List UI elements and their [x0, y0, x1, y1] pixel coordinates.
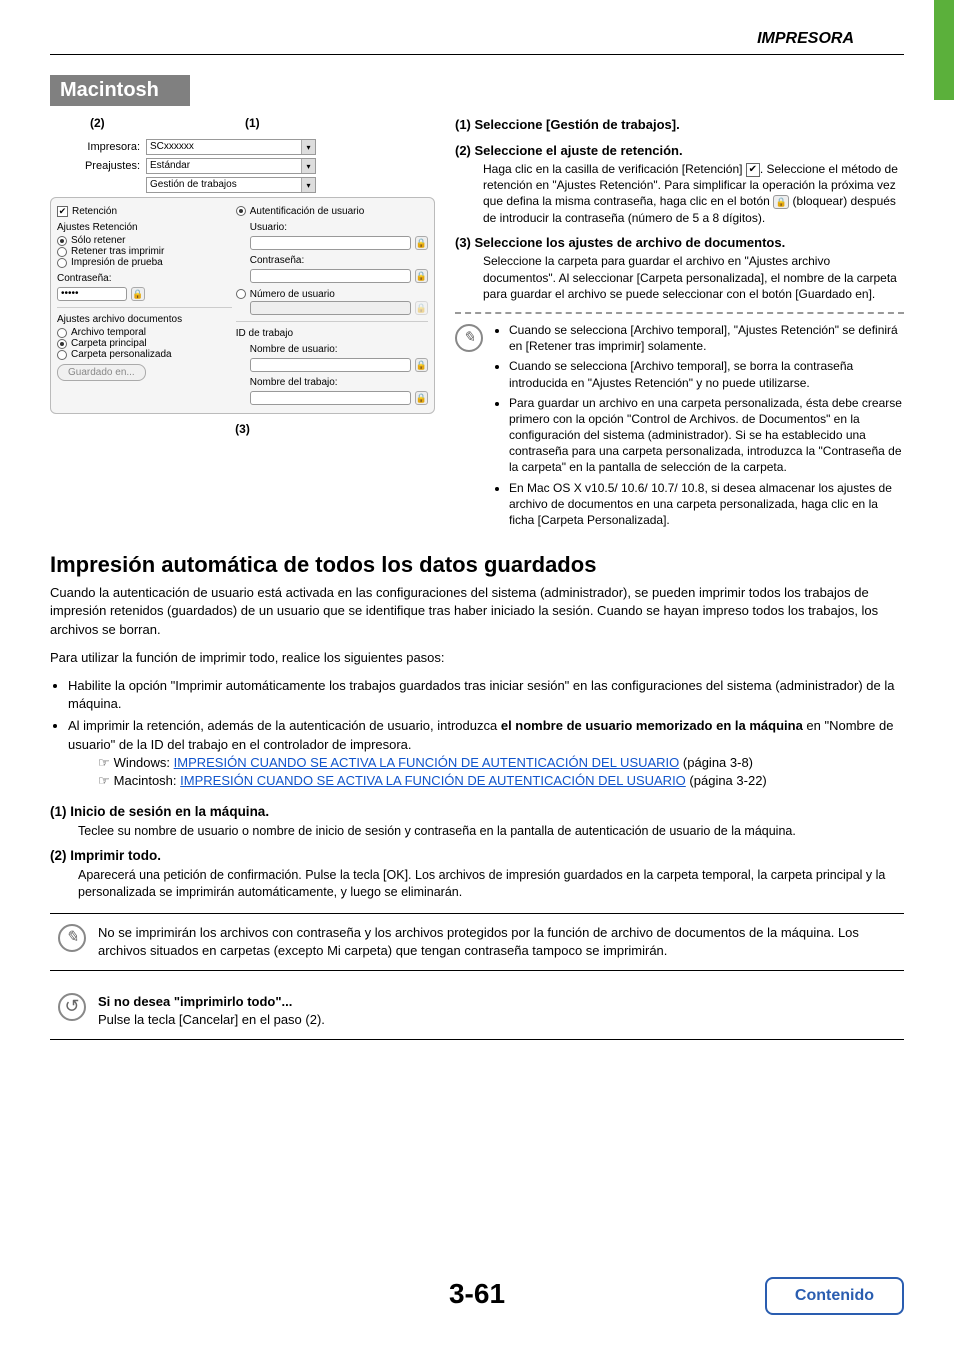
pointer-icon: ☞ [98, 755, 110, 770]
note-item: En Mac OS X v10.5/ 10.6/ 10.7/ 10.8, si … [509, 480, 904, 529]
step2-2-num: (2) [50, 848, 67, 863]
lock-icon: 🔒 [773, 195, 789, 209]
cancel-title: Si no desea "imprimirlo todo"... [98, 994, 292, 1009]
bullet-item: Habilite la opción "Imprimir automáticam… [68, 677, 904, 713]
brand-accent [934, 0, 954, 100]
lock-icon[interactable]: 🔒 [415, 236, 428, 250]
username-input[interactable] [250, 358, 411, 372]
paragraph: Para utilizar la función de imprimir tod… [50, 649, 904, 667]
jobname-label: Nombre del trabajo: [250, 377, 428, 388]
lock-icon: 🔒 [415, 301, 428, 315]
password2-label: Contraseña: [250, 255, 428, 266]
tab-select[interactable]: Gestión de trabajos▾ [146, 177, 316, 193]
note-item: Para guardar un archivo en una carpeta p… [509, 395, 904, 476]
note-box: ✎ Cuando se selecciona [Archivo temporal… [455, 322, 904, 532]
username-label: Nombre de usuario: [250, 344, 428, 355]
lock-icon[interactable]: 🔒 [415, 358, 428, 372]
contents-button[interactable]: Contenido [765, 1277, 904, 1315]
section-heading: Impresión automática de todos los datos … [50, 552, 904, 578]
mac-auth-link[interactable]: IMPRESIÓN CUANDO SE ACTIVA LA FUNCIÓN DE… [180, 773, 686, 788]
lock-icon[interactable]: 🔒 [415, 391, 428, 405]
step1-num: (1) [455, 117, 471, 132]
lock-icon[interactable]: 🔒 [415, 269, 428, 283]
step3-body: Seleccione la carpeta para guardar el ar… [483, 253, 904, 302]
printer-select[interactable]: SCxxxxxx▾ [146, 139, 316, 155]
user-input[interactable] [250, 236, 411, 250]
pointer-icon: ☞ [98, 773, 110, 788]
guardado-en-button[interactable]: Guardado en... [57, 364, 146, 381]
info-text: No se imprimirán los archivos con contra… [98, 924, 896, 960]
jobname-input[interactable] [250, 391, 411, 405]
radio-prueba[interactable] [57, 258, 67, 268]
note-icon: ✎ [58, 924, 86, 952]
step3-title: Seleccione los ajustes de archivo de doc… [475, 235, 786, 250]
callout-3: (3) [50, 422, 435, 436]
step1-title: Seleccione [Gestión de trabajos]. [475, 117, 680, 132]
retention-label: Retención [72, 206, 117, 217]
step2-body: Haga clic en la casilla de verificación … [483, 161, 904, 226]
callout-1: (1) [245, 116, 260, 130]
radio-archivo-temporal[interactable] [57, 328, 67, 338]
step2-1-desc: Teclee su nombre de usuario o nombre de … [78, 823, 904, 840]
lock-icon[interactable]: 🔒 [131, 287, 145, 301]
user-label: Usuario: [250, 222, 428, 233]
retention-settings-label: Ajustes Retención [57, 222, 232, 233]
step2-2-title: Imprimir todo. [70, 848, 161, 863]
password-label: Contraseña: [57, 273, 232, 284]
note-item: Cuando se selecciona [Archivo temporal],… [509, 322, 904, 354]
step2-title: Seleccione el ajuste de retención. [475, 143, 683, 158]
back-icon: ↺ [58, 993, 86, 1021]
step2-num: (2) [455, 143, 471, 158]
password2-input[interactable] [250, 269, 411, 283]
radio-auth-usuario[interactable] [236, 206, 246, 216]
cancel-body: Pulse la tecla [Cancelar] en el paso (2)… [98, 1012, 325, 1027]
paragraph: Cuando la autenticación de usuario está … [50, 584, 904, 639]
radio-num-usuario[interactable] [236, 289, 246, 299]
checkbox-icon: ✔ [746, 163, 760, 177]
presets-select[interactable]: Estándar▾ [146, 158, 316, 174]
step2-2-desc: Aparecerá una petición de confirmación. … [78, 867, 904, 901]
password-input[interactable]: ••••• [57, 287, 127, 301]
radio-carpeta-personalizada[interactable] [57, 350, 67, 360]
bullet-item: Al imprimir la retención, además de la a… [68, 717, 904, 790]
info-box: ✎ No se imprimirán los archivos con cont… [50, 913, 904, 971]
windows-auth-link[interactable]: IMPRESIÓN CUANDO SE ACTIVA LA FUNCIÓN DE… [174, 755, 680, 770]
macintosh-banner: Macintosh [50, 75, 190, 106]
step3-num: (3) [455, 235, 471, 250]
cancel-tip-box: ↺ Si no desea "imprimirlo todo"... Pulse… [50, 983, 904, 1040]
dialog-screenshot: (2) (1) Impresora: SCxxxxxx▾ Preajustes:… [50, 116, 435, 436]
radio-retener-tras[interactable] [57, 247, 67, 257]
callout-2: (2) [90, 116, 105, 130]
radio-carpeta-principal[interactable] [57, 339, 67, 349]
retention-checkbox[interactable]: ✔ [57, 206, 68, 217]
radio-solo-retener[interactable] [57, 236, 67, 246]
job-id-label: ID de trabajo [236, 328, 428, 339]
usernum-input [250, 301, 411, 315]
page-header: IMPRESORA [50, 0, 904, 55]
presets-label: Preajustes: [80, 160, 140, 172]
doc-file-settings-label: Ajustes archivo documentos [57, 314, 232, 325]
note-icon: ✎ [455, 324, 483, 352]
note-item: Cuando se selecciona [Archivo temporal],… [509, 358, 904, 390]
dashed-separator [455, 312, 904, 314]
step2-1-num: (1) [50, 804, 67, 819]
printer-label: Impresora: [80, 141, 140, 153]
step2-1-title: Inicio de sesión en la máquina. [70, 804, 269, 819]
